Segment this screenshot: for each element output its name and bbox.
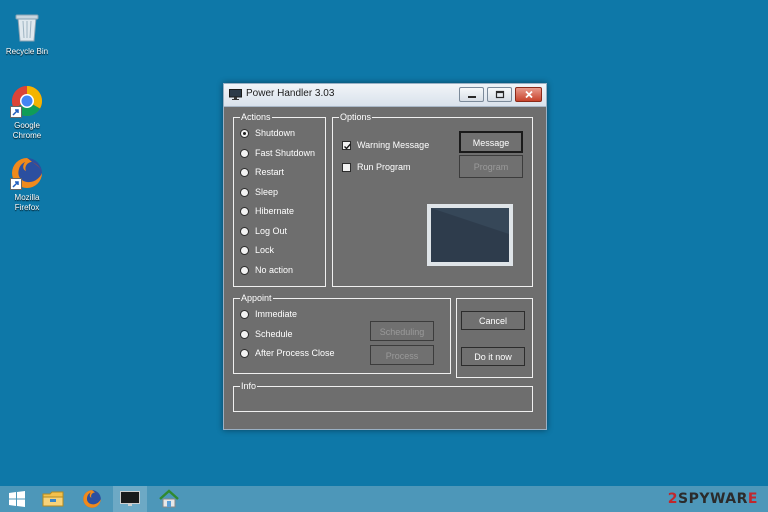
radio-label: After Process Close	[255, 348, 335, 358]
cancel-button[interactable]: Cancel	[461, 311, 525, 330]
radio-label: Immediate	[255, 309, 298, 319]
shortcut-arrow-icon	[10, 178, 22, 190]
info-group: Info	[233, 381, 533, 412]
appoint-option-immediate[interactable]: Immediate	[240, 307, 297, 321]
shortcut-arrow-icon	[10, 106, 22, 118]
action-option-log-out[interactable]: Log Out	[240, 224, 287, 238]
radio-label: No action	[255, 265, 294, 275]
appoint-option-schedule[interactable]: Schedule	[240, 327, 293, 341]
firefox-icon	[83, 490, 101, 508]
file-explorer-icon	[42, 491, 64, 507]
action-option-restart[interactable]: Restart	[240, 165, 284, 179]
desktop-icon-label: Google Chrome	[12, 121, 42, 140]
message-button[interactable]: Message	[459, 131, 523, 153]
radio-button[interactable]	[240, 187, 249, 197]
radio-label: Shutdown	[255, 128, 296, 138]
windows-logo-icon	[9, 491, 25, 507]
radio-button[interactable]	[240, 245, 249, 255]
radio-button[interactable]	[240, 206, 249, 216]
desktop-icon-label: Recycle Bin	[5, 47, 49, 56]
action-option-no-action[interactable]: No action	[240, 263, 293, 277]
house-icon	[159, 489, 179, 508]
taskbar-firefox[interactable]	[75, 486, 109, 512]
options-group-label: Options	[339, 112, 373, 123]
action-option-lock[interactable]: Lock	[240, 243, 274, 257]
run-program-option[interactable]: Run Program	[342, 160, 411, 174]
options-group: Options Warning Message Run Program Mess…	[332, 112, 533, 287]
do-it-now-button[interactable]: Do it now	[461, 347, 525, 366]
command-buttons-group: Cancel Do it now	[456, 298, 533, 378]
firefox-icon	[10, 156, 44, 190]
info-group-label: Info	[240, 381, 258, 392]
warning-message-option[interactable]: Warning Message	[342, 138, 429, 152]
window-title: Power Handler 3.03	[246, 88, 335, 99]
appoint-group: Appoint Immediate Schedule After Process…	[233, 293, 451, 374]
start-button[interactable]	[0, 486, 34, 512]
monitor-icon	[229, 89, 242, 100]
appoint-group-label: Appoint	[240, 293, 273, 304]
taskbar-file-explorer[interactable]	[36, 486, 70, 512]
recycle-bin-icon	[10, 10, 44, 44]
radio-button[interactable]	[240, 148, 249, 158]
actions-group-label: Actions	[240, 112, 272, 123]
radio-button[interactable]	[240, 167, 249, 177]
watermark: 2SPYWARE	[667, 491, 758, 507]
desktop-icon-recycle-bin[interactable]: Recycle Bin	[2, 10, 52, 57]
action-option-sleep[interactable]: Sleep	[240, 185, 278, 199]
power-handler-window: Power Handler 3.03 Actions Shutdown Fast…	[223, 83, 547, 430]
power-handler-icon	[120, 491, 140, 506]
chrome-icon	[10, 84, 44, 118]
appoint-option-after-process-close[interactable]: After Process Close	[240, 346, 335, 360]
taskbar-power-handler[interactable]	[113, 486, 147, 512]
maximize-button[interactable]	[487, 87, 512, 102]
run-program-label: Run Program	[357, 162, 411, 172]
radio-button[interactable]	[240, 309, 249, 319]
desktop-icon-mozilla-firefox[interactable]: Mozilla Firefox	[2, 156, 52, 213]
radio-label: Log Out	[255, 226, 288, 236]
warning-message-label: Warning Message	[357, 140, 430, 150]
radio-label: Hibernate	[255, 206, 295, 216]
warning-message-checkbox[interactable]	[342, 140, 352, 150]
scheduling-button[interactable]: Scheduling	[370, 321, 434, 341]
action-option-fast-shutdown[interactable]: Fast Shutdown	[240, 146, 315, 160]
radio-button-selected[interactable]	[240, 128, 249, 138]
laptop-screen-icon	[427, 204, 513, 266]
radio-button[interactable]	[240, 265, 249, 275]
radio-label: Sleep	[255, 187, 279, 197]
radio-label: Fast Shutdown	[255, 148, 316, 158]
taskbar-homegroup[interactable]	[152, 486, 186, 512]
run-program-checkbox[interactable]	[342, 162, 351, 172]
process-button[interactable]: Process	[370, 345, 434, 365]
title-bar[interactable]: Power Handler 3.03	[224, 84, 546, 107]
program-button[interactable]: Program	[459, 155, 523, 178]
minimize-button[interactable]	[459, 87, 484, 102]
radio-button[interactable]	[240, 226, 249, 236]
radio-button[interactable]	[240, 329, 249, 339]
radio-label: Restart	[255, 167, 285, 177]
action-option-hibernate[interactable]: Hibernate	[240, 204, 294, 218]
radio-label: Lock	[255, 245, 275, 255]
desktop-icon-label: Mozilla Firefox	[14, 193, 40, 212]
close-button[interactable]	[515, 87, 542, 102]
radio-button[interactable]	[240, 348, 249, 358]
radio-label: Schedule	[255, 329, 293, 339]
taskbar: 2SPYWARE	[0, 486, 768, 512]
action-option-shutdown[interactable]: Shutdown	[240, 126, 295, 140]
desktop-icon-google-chrome[interactable]: Google Chrome	[2, 84, 52, 141]
actions-group: Actions Shutdown Fast Shutdown Restart S…	[233, 112, 326, 287]
